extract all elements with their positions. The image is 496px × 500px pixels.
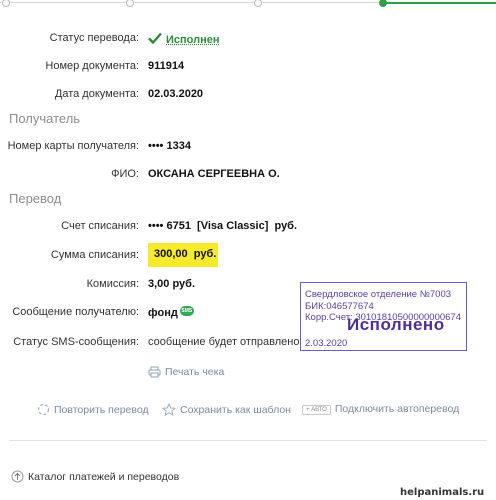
repeat-icon bbox=[37, 403, 50, 416]
account-label: Счет списания: bbox=[61, 220, 139, 232]
divider bbox=[9, 440, 487, 441]
fio-label: ФИО: bbox=[111, 168, 139, 180]
card-number-value: •••• 1334 bbox=[148, 140, 191, 152]
message-text: фонд bbox=[148, 307, 178, 319]
account-value: •••• 6751 [Visa Classic] руб. bbox=[148, 220, 298, 232]
progress-done bbox=[383, 2, 496, 4]
catalog-label: Каталог платежей и переводов bbox=[28, 471, 180, 483]
repeat-transfer-label: Повторить перевод bbox=[54, 404, 149, 416]
stamp-bik: БИК:046577674 bbox=[305, 301, 374, 312]
print-receipt-link[interactable]: Печать чека bbox=[148, 366, 224, 378]
doc-number-label: Номер документа: bbox=[45, 60, 139, 72]
account-row: Счет списания: •••• 6751 [Visa Classic] … bbox=[0, 218, 496, 236]
message-label: Сообщение получателю: bbox=[12, 306, 139, 318]
sms-status-value: сообщение будет отправлено bbox=[148, 336, 300, 348]
auto-badge: + АВТО bbox=[302, 405, 331, 415]
amount-row: Сумма списания: bbox=[0, 247, 496, 265]
star-icon bbox=[162, 403, 176, 416]
check-icon bbox=[148, 32, 162, 44]
repeat-transfer-link[interactable]: Повторить перевод bbox=[37, 403, 149, 416]
progress-stepper bbox=[0, 0, 496, 7]
save-template-link[interactable]: Сохранить как шаблон bbox=[162, 403, 291, 416]
arrow-up-circle-icon bbox=[11, 470, 24, 483]
message-value: фонд SMS bbox=[148, 306, 194, 319]
printer-icon bbox=[148, 366, 161, 378]
step-dot bbox=[2, 0, 10, 7]
catalog-link[interactable]: Каталог платежей и переводов bbox=[11, 470, 179, 483]
section-recipient: Получатель bbox=[9, 111, 81, 126]
fio-row: ФИО: ОКСАНА СЕРГЕЕВНА О. bbox=[0, 166, 496, 184]
doc-number-value: 911914 bbox=[148, 60, 185, 72]
section-transfer: Перевод bbox=[9, 191, 62, 206]
status-text: Исполнен bbox=[166, 34, 220, 46]
card-number-label: Номер карты получателя: bbox=[7, 140, 139, 152]
sms-icon: SMS bbox=[179, 306, 194, 316]
commission-label: Комиссия: bbox=[86, 278, 139, 290]
amount-value: 300,00 руб. bbox=[154, 248, 217, 260]
stamp-status: Исполнено bbox=[347, 315, 445, 334]
stamp-date: 2.03.2020 bbox=[305, 338, 348, 349]
print-receipt-label: Печать чека bbox=[165, 366, 225, 378]
status-label: Статус перевода: bbox=[49, 32, 139, 44]
amount-label: Сумма списания: bbox=[50, 249, 139, 261]
watermark: helpanimals.ru bbox=[400, 487, 485, 498]
commission-value: 3,00 руб. bbox=[148, 278, 196, 290]
card-number-row: Номер карты получателя: •••• 1334 bbox=[0, 138, 496, 156]
step-dot-active bbox=[379, 0, 387, 7]
status-value: Исполнен bbox=[148, 32, 220, 46]
progress-track bbox=[0, 2, 383, 3]
status-row: Статус перевода: Исполнен bbox=[0, 30, 496, 48]
doc-date-value: 02.03.2020 bbox=[148, 88, 204, 100]
doc-number-row: Номер документа: 911914 bbox=[0, 58, 496, 76]
save-template-label: Сохранить как шаблон bbox=[180, 404, 291, 416]
step-dot bbox=[126, 0, 134, 7]
autotransfer-label: Подключить автоперевод bbox=[334, 403, 460, 415]
doc-date-label: Дата документа: bbox=[54, 88, 139, 100]
amount-highlight: 300,00 руб. bbox=[148, 243, 218, 267]
step-dot bbox=[254, 0, 262, 7]
bank-stamp: Свердловское отделение №7003 БИК:0465776… bbox=[300, 282, 467, 351]
fio-value: ОКСАНА СЕРГЕЕВНА О. bbox=[148, 168, 280, 180]
doc-date-row: Дата документа: 02.03.2020 bbox=[0, 86, 496, 104]
autotransfer-link[interactable]: + АВТО Подключить автоперевод bbox=[302, 403, 459, 415]
sms-status-label: Статус SMS-сообщения: bbox=[13, 336, 139, 348]
stamp-branch: Свердловское отделение №7003 bbox=[305, 289, 452, 300]
